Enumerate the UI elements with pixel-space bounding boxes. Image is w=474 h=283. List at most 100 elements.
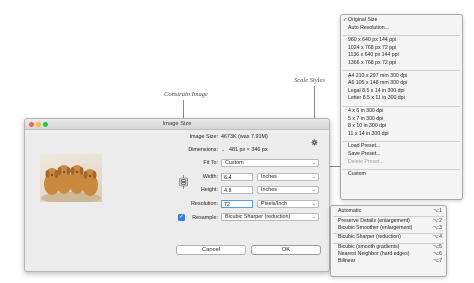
chevron-down-icon: ⌄ [311,174,316,180]
menu-shortcut: ⌥5 [433,244,442,250]
menu-separator [343,105,460,107]
menu-item-label: 5 x 7 in 300 dpi [348,115,384,122]
chevron-down-icon: ⌄ [311,214,316,220]
height-unit-value: Inches [261,187,277,193]
menu-item[interactable]: 1136 x 640 px 144 ppi [348,52,399,58]
dimensions-value: 481 px × 346 px [229,147,268,153]
menu-item-label: Bilinear [338,258,356,265]
resample-select[interactable]: Bicubic Sharper (reduction) ⌄ [221,213,319,221]
menu-shortcut: ⌥1 [433,208,442,214]
chevron-down-icon: ⌄ [311,201,316,207]
menu-item[interactable]: Automatic [338,208,361,214]
menu-separator [343,34,460,36]
menu-item[interactable]: 4 x 6 in 300 dpi [348,108,383,114]
menu-item[interactable]: 1024 x 768 px 72 ppi [348,45,396,51]
menu-item-label: 1136 x 640 px 144 ppi [348,52,399,59]
menu-shortcut: ⌥7 [433,258,442,265]
height-unit-select[interactable]: Inches ⌄ [257,186,319,194]
menu-item[interactable]: ✓ Original Size [343,17,377,23]
fit-to-label: Fit To: [203,160,218,166]
menu-item[interactable]: Auto Resolution... [348,25,389,31]
image-size-label: Image Size: [189,134,218,140]
menu-item[interactable]: Load Preset... [348,143,380,149]
resample-label: Resample: [192,215,218,221]
fit-to-menu: ✓ Original Size Auto Resolution... 960 x 64… [340,14,463,200]
resolution-unit-select[interactable]: Pixels/Inch ⌄ [257,200,319,208]
ok-button[interactable]: OK [251,245,321,255]
fit-to-value: Custom [225,160,244,166]
menu-item[interactable]: Bicubic Smoother (enlargement) [338,225,412,231]
resolution-label: Resolution: [191,201,218,207]
dimensions-label: Dimensions: [188,147,218,153]
width-label: Width: [202,174,218,180]
menu-item-label: Bicubic (smooth gradients) [338,244,400,250]
menu-shortcut: ⌥2 [433,217,442,224]
cancel-button[interactable]: Cancel [176,245,246,255]
resample-menu: Automatic ⌥1 Preserve Details (enlargement… [330,205,447,277]
menu-item-label: Preserve Details (enlargement) [338,217,410,224]
menu-item[interactable]: Letter 8.5 x 11 in 300 dpi [348,95,405,101]
menu-item-label: Auto Resolution... [348,24,389,31]
scale-styles-callout: Scale Styles [294,77,325,84]
menu-item-label: 1366 x 768 px 72 ppi [348,60,397,66]
menu-item[interactable]: Bilinear [338,258,355,264]
menu-item[interactable]: Nearest Neighbor (hard edges) [338,251,410,257]
height-label: Height: [200,187,218,193]
menu-shortcut: ⌥6 [433,251,442,258]
chevron-down-icon: ⌄ [311,160,316,166]
menu-item-label: Legal 8.5 x 14 in 300 dpi [348,87,405,94]
menu-item[interactable]: 5 x 7 in 300 dpi [348,116,383,122]
menu-separator [343,140,460,142]
menu-item[interactable]: Legal 8.5 x 14 in 300 dpi [348,88,405,94]
dimensions-arrow-icon[interactable]: ⌄ [221,147,225,153]
gear-icon[interactable] [311,133,318,146]
menu-item-label: Bicubic Sharper (reduction) [338,234,401,241]
menu-item[interactable]: A6 105 x 148 mm 300 dpi [348,80,407,86]
menu-item-label: 960 x 640 px 144 ppi [348,37,397,44]
menu-item-label: A4 210 x 297 mm 300 dpi [348,72,408,79]
dialog-title: Image Size [162,120,192,127]
menu-item[interactable]: A4 210 x 297 mm 300 dpi [348,73,407,79]
menu-item-label: A6 105 x 148 mm 300 dpi [348,80,408,87]
menu-item[interactable]: Custom [348,171,366,177]
menu-shortcut: ⌥4 [433,234,442,241]
menu-separator [343,70,460,72]
menu-item[interactable]: Save Preset... [348,151,381,157]
width-input[interactable]: 6.4 [221,173,253,181]
menu-separator [343,168,460,170]
resample-checkbox[interactable]: ✓ [178,214,185,221]
menu-item[interactable]: Bicubic (smooth gradients) [338,244,399,250]
menu-item[interactable]: Delete Preset... [348,159,384,165]
menu-item-label: Delete Preset... [348,158,384,165]
menu-item[interactable]: Bicubic Sharper (reduction) [338,234,401,240]
menu-item-label: Load Preset... [348,143,381,150]
chevron-down-icon: ⌄ [311,187,316,193]
menu-item[interactable]: 960 x 640 px 144 ppi [348,37,396,43]
menu-item[interactable]: 11 x 14 in 300 dpi [348,131,389,137]
width-unit-select[interactable]: Inches ⌄ [257,173,319,181]
checkmark-icon: ✓ [343,17,348,23]
fit-to-select[interactable]: Custom ⌄ [221,159,319,167]
menu-item[interactable]: 8 x 10 in 300 dpi [348,123,386,129]
menu-item-label: Save Preset... [348,151,381,157]
menu-item[interactable]: Preserve Details (enlargement) [338,218,410,224]
resolution-input[interactable]: 72 [221,200,253,208]
menu-item-label: 4 x 6 in 300 dpi [348,108,384,114]
menu-item-label: 11 x 14 in 300 dpi [348,130,389,137]
resolution-unit-value: Pixels/Inch [261,201,288,207]
menu-item-label: Custom [348,171,366,178]
image-size-value: 4673K (was 7.91M) [221,134,268,140]
constrain-image-callout: Constrain Image [164,91,208,98]
menu-shortcut: ⌥3 [433,224,442,231]
width-unit-value: Inches [261,174,277,180]
menu-item[interactable]: 1366 x 768 px 72 ppi [348,60,396,66]
height-input[interactable]: 4.8 [221,186,253,194]
title-bar[interactable]: Image Size [25,119,329,130]
menu-item-label: Bicubic Smoother (enlargement) [338,224,413,231]
menu-item-label: Nearest Neighbor (hard edges) [338,251,410,258]
menu-item-label: 8 x 10 in 300 dpi [348,123,387,130]
menu-item-label: Letter 8.5 x 11 in 300 dpi [348,95,405,102]
menu-item-label: 1024 x 768 px 72 ppi [348,44,397,51]
menu-item-label: Automatic [338,208,362,214]
resample-value: Bicubic Sharper (reduction) [225,214,291,220]
